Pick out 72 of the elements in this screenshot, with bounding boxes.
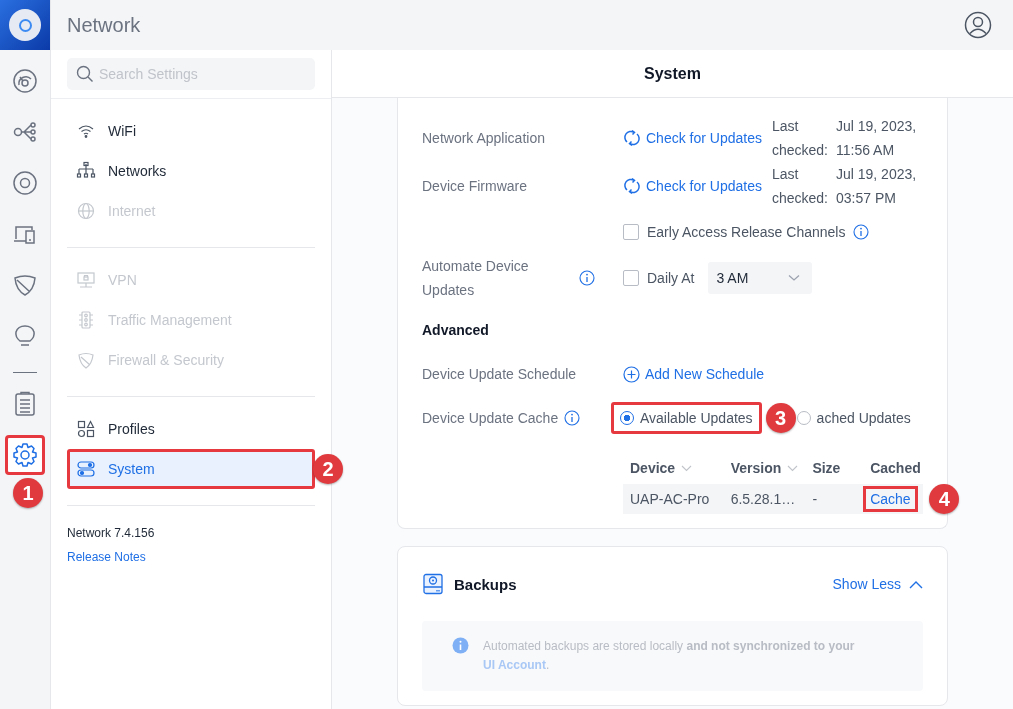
chevron-up-icon bbox=[909, 579, 923, 589]
radio-option[interactable]: Available Updates bbox=[611, 402, 762, 434]
info-icon bbox=[452, 637, 469, 654]
search-icon bbox=[76, 65, 94, 83]
release-notes-link[interactable]: Release Notes bbox=[67, 550, 315, 564]
monitor-lock-icon bbox=[76, 270, 96, 290]
clipboard-list-icon bbox=[12, 391, 38, 417]
setting-label: Device Update Schedule bbox=[422, 366, 578, 382]
refresh-icon bbox=[623, 129, 641, 147]
sidebar-item[interactable]: WiFi bbox=[67, 111, 315, 151]
app-logo[interactable] bbox=[0, 0, 50, 50]
time-select[interactable]: 3 AM bbox=[708, 262, 813, 294]
lightbulb-icon bbox=[12, 323, 38, 349]
shapes-icon bbox=[76, 419, 96, 439]
chevron-down-icon bbox=[787, 464, 799, 472]
table-cell-text: UAP-AC-Pro bbox=[629, 491, 711, 507]
settings-icon bbox=[12, 442, 38, 468]
backup-notice: Automated backups are stored locally and not synchronized to your UI Account. bbox=[483, 638, 856, 674]
setting-label: Automate Device Updates bbox=[422, 257, 530, 300]
last-checked-time: Jul 19, 2023, 03:57 PM bbox=[835, 165, 918, 208]
chevron-down-icon bbox=[681, 464, 693, 472]
add-schedule-link[interactable]: Add New Schedule bbox=[623, 365, 765, 383]
globe-icon bbox=[76, 201, 96, 221]
hard-drive-icon bbox=[422, 573, 444, 595]
table-cell-text: 6.5.28.1… bbox=[729, 491, 797, 507]
setting-label: Network Application bbox=[422, 130, 546, 146]
table-cell-text: - bbox=[811, 491, 819, 507]
cache-button[interactable]: Cache bbox=[863, 486, 918, 512]
last-checked-time: Jul 19, 2023, 11:56 AM bbox=[835, 117, 918, 160]
checkbox[interactable] bbox=[623, 270, 639, 286]
app-title: Network bbox=[67, 13, 141, 37]
sidebar-item[interactable]: System bbox=[67, 449, 315, 489]
user-avatar-icon[interactable] bbox=[964, 11, 992, 39]
shield-icon bbox=[76, 350, 96, 370]
topology-icon bbox=[12, 119, 38, 145]
section-heading: Advanced bbox=[422, 321, 490, 340]
last-checked-label: Last checked: bbox=[771, 165, 828, 208]
column-header: Size bbox=[811, 460, 842, 476]
checkbox-label: Early Access Release Channels bbox=[647, 224, 846, 240]
setting-label: Device Firmware bbox=[422, 178, 528, 194]
hierarchy-icon bbox=[76, 161, 96, 181]
chevron-down-icon bbox=[788, 274, 801, 282]
annotation-badge: 2 bbox=[313, 454, 343, 484]
gauge-icon bbox=[12, 68, 38, 94]
annotation-badge: 1 bbox=[13, 478, 43, 508]
version-text: Network 7.4.156 bbox=[67, 526, 156, 540]
setting-label: Device Update Cache bbox=[422, 410, 559, 426]
toggles-icon bbox=[76, 459, 96, 479]
annotation-badge: 4 bbox=[929, 484, 960, 514]
show-less-button[interactable]: Show Less bbox=[832, 576, 923, 592]
info-icon[interactable] bbox=[853, 224, 870, 240]
plus-circle-icon bbox=[623, 365, 640, 383]
sidebar-item[interactable]: Profiles bbox=[67, 409, 315, 449]
checkbox-label: Daily At bbox=[647, 270, 695, 286]
check-updates-link[interactable]: Check for Updates bbox=[623, 129, 762, 147]
column-header[interactable]: Version bbox=[723, 460, 806, 476]
checkbox[interactable] bbox=[623, 224, 639, 240]
info-icon[interactable] bbox=[564, 410, 581, 426]
sidebar-item[interactable]: Networks bbox=[67, 151, 315, 191]
last-checked-label: Last checked: bbox=[771, 117, 828, 160]
page-title: System bbox=[644, 64, 701, 83]
column-header: Cached bbox=[869, 460, 922, 476]
info-icon[interactable] bbox=[579, 270, 595, 286]
shield-icon bbox=[12, 272, 38, 298]
column-header[interactable]: Device bbox=[623, 460, 724, 476]
traffic-light-icon bbox=[76, 310, 96, 330]
section-title: Backups bbox=[454, 575, 518, 593]
target-icon bbox=[12, 170, 38, 196]
radio-option[interactable]: ached Updates bbox=[796, 410, 911, 426]
check-updates-link[interactable]: Check for Updates bbox=[623, 177, 762, 195]
annotation-badge: 3 bbox=[765, 403, 796, 433]
refresh-icon bbox=[623, 177, 641, 195]
